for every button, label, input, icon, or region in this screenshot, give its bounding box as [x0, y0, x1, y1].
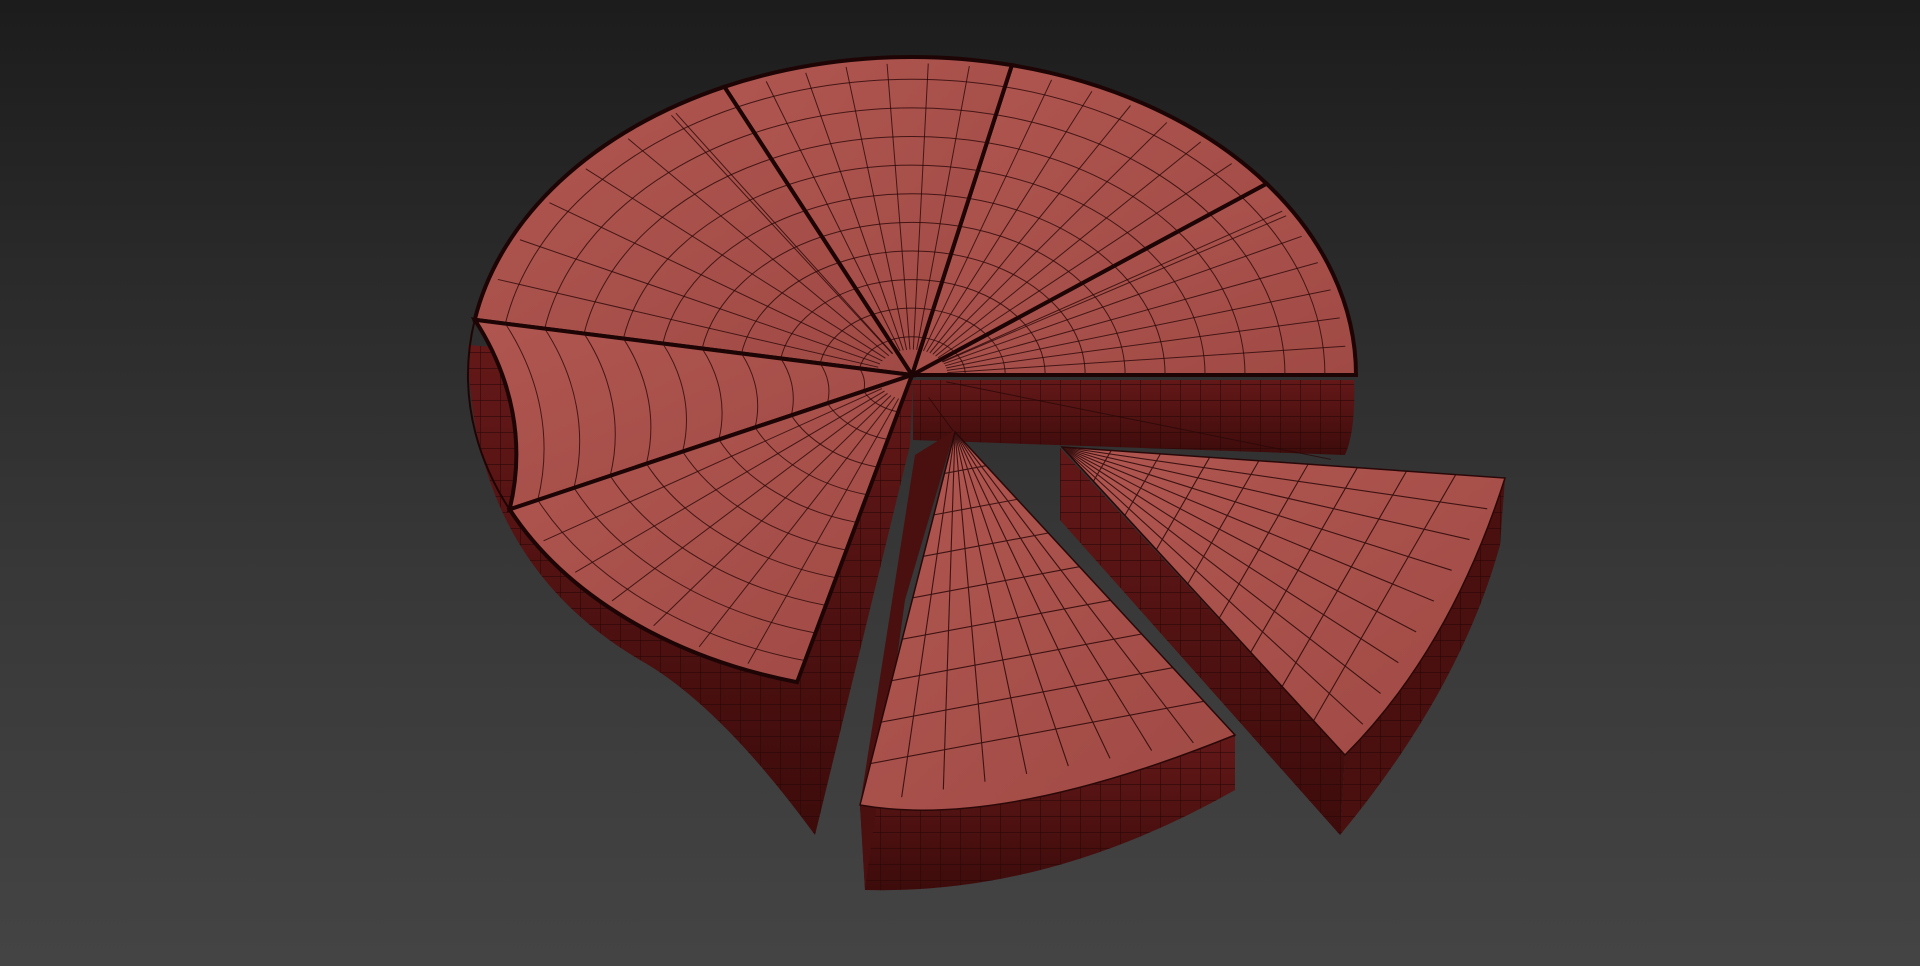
pie-model-render [467, 55, 1507, 891]
3d-viewport[interactable] [0, 0, 1920, 966]
